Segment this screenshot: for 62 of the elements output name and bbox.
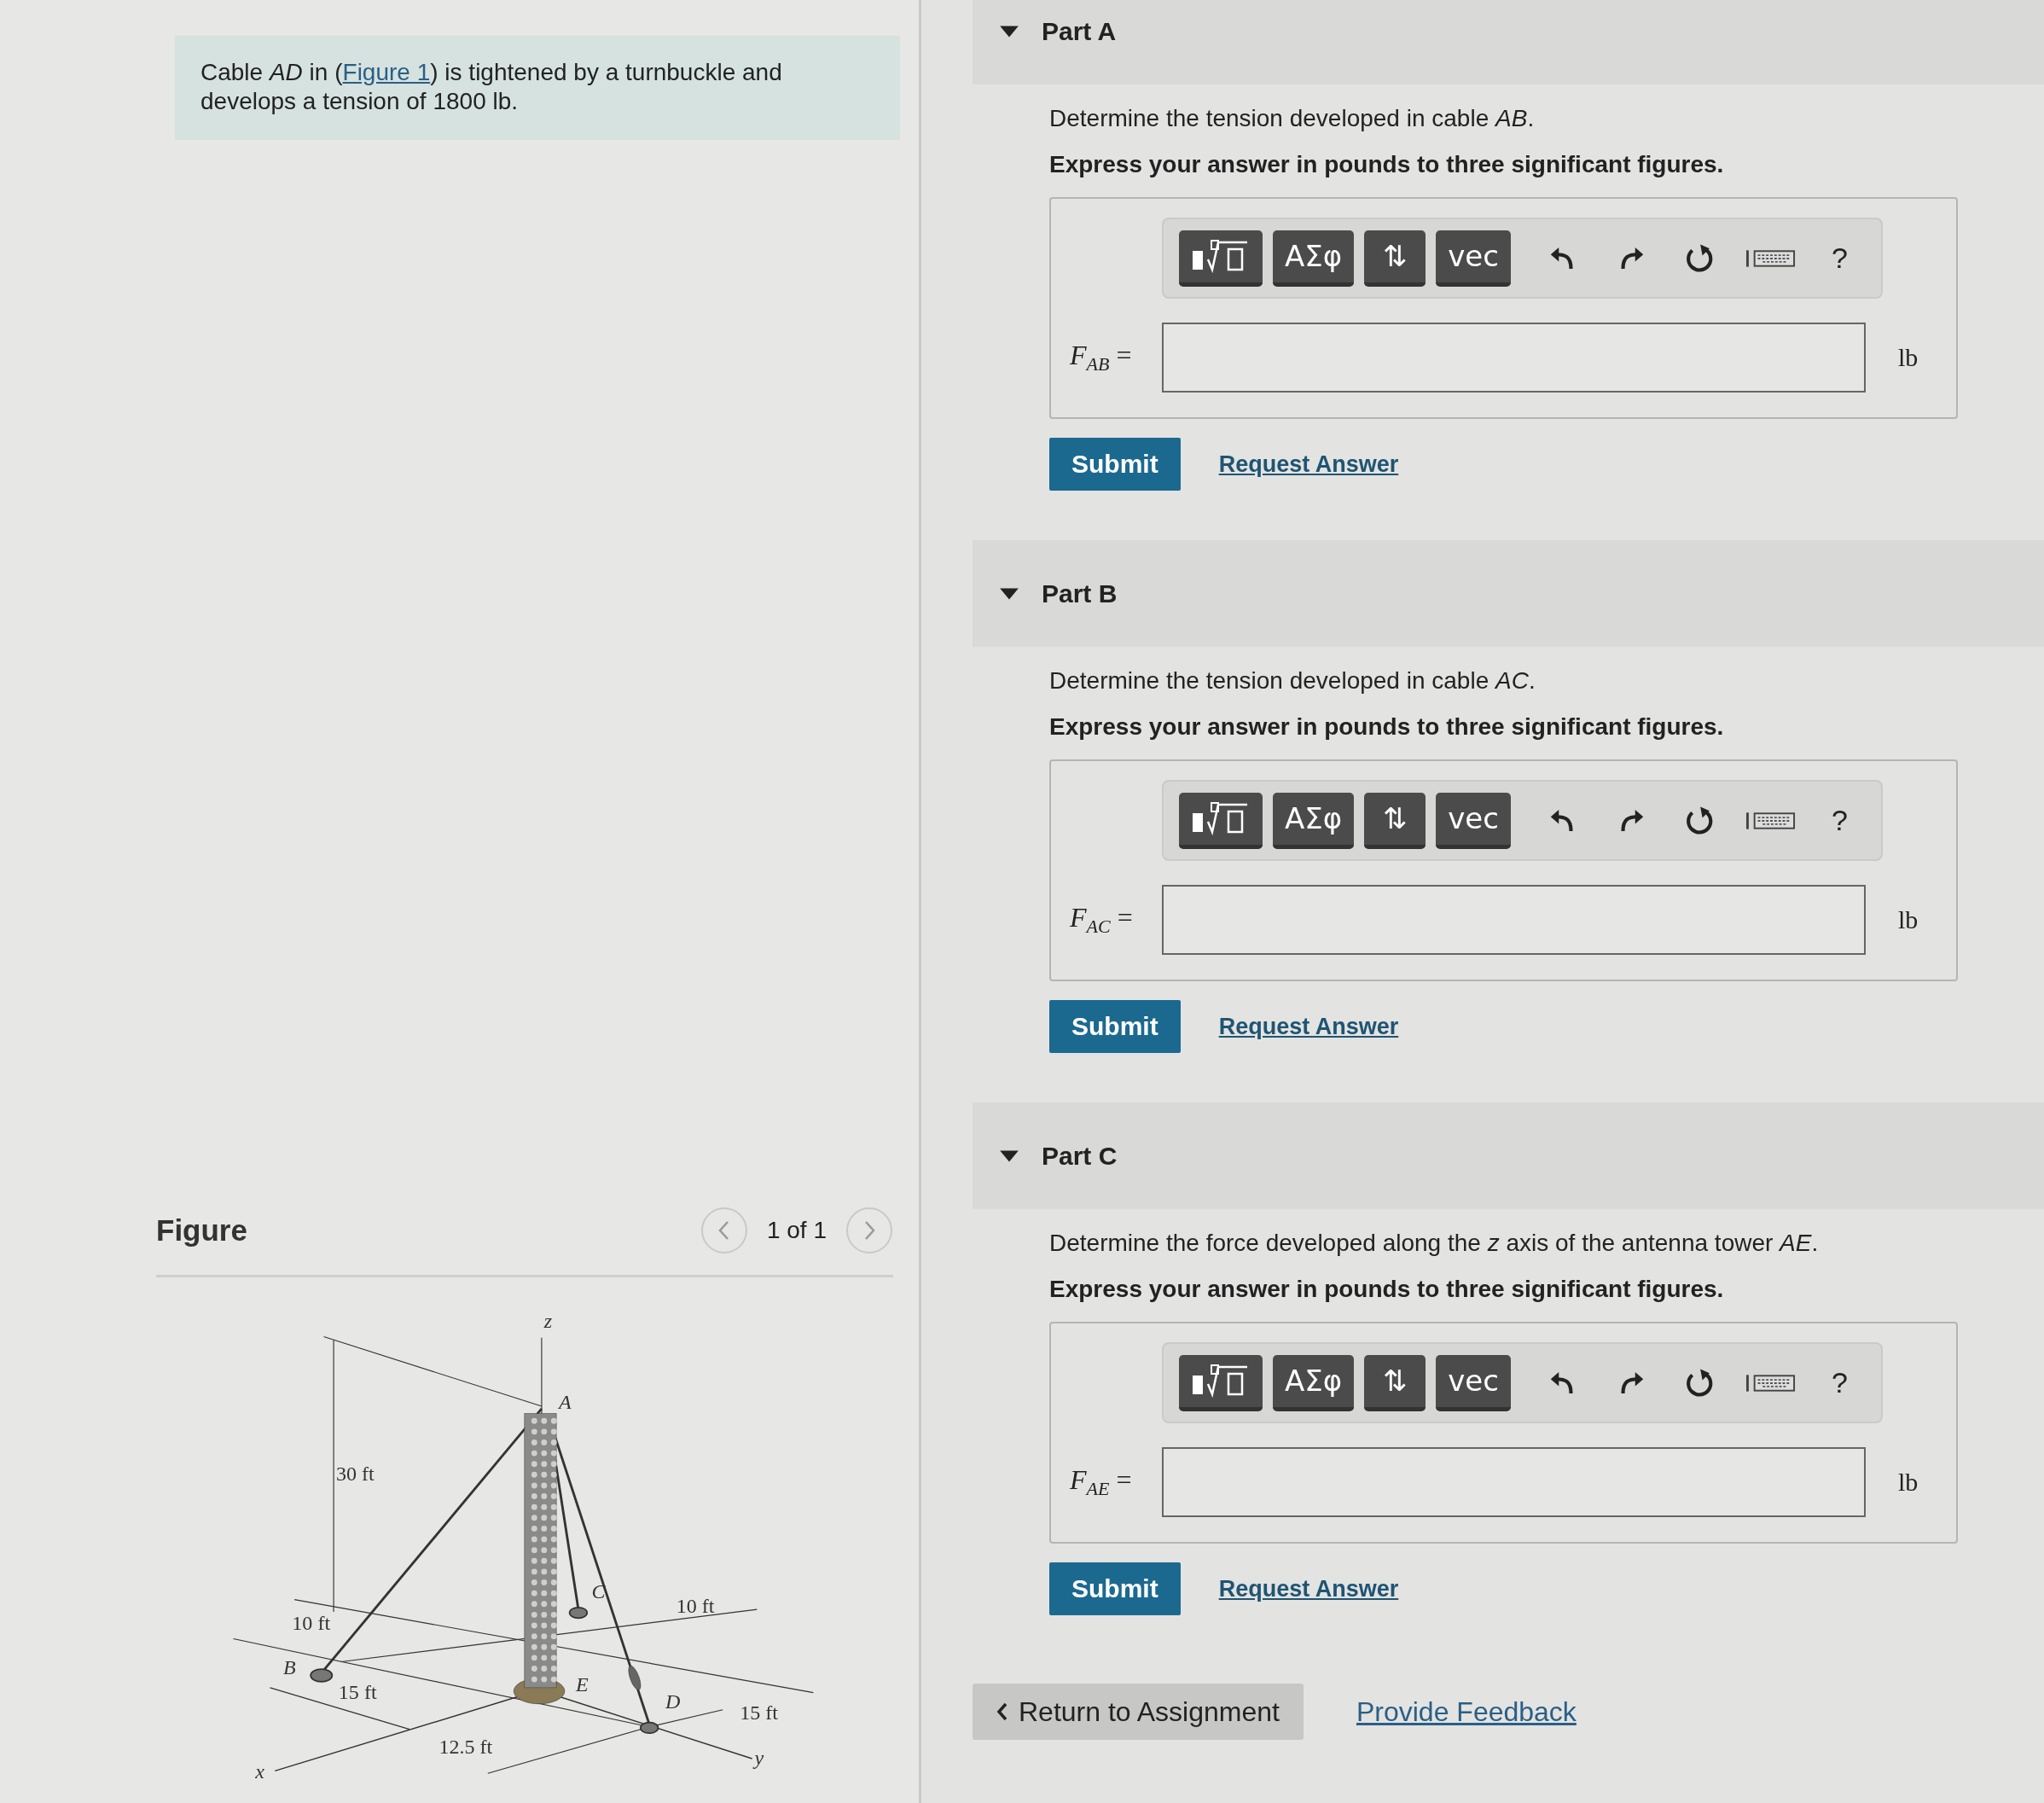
instruction-text: Express your answer in pounds to three significant figures. [1049,712,1725,742]
unit-label: lb [1898,343,1919,372]
toolbar-button[interactable]: ⇅ [1364,230,1426,287]
instruction-text: Express your answer in pounds to three significant figures. [1049,150,1725,179]
request-answer-link[interactable]: Request Answer [1218,1013,1399,1040]
problem-statement: Cable AD in (Figure 1) is tightened by a turnbuckle and develops a tension of 1800 lb. [175,36,900,140]
help-button[interactable]: ? [1831,804,1848,837]
toolbar-button[interactable]: vec [1436,792,1511,849]
submit-button[interactable]: Submit [1049,1562,1181,1615]
diagram-label: y [754,1746,764,1769]
toolbar-button[interactable]: ⇅ [1364,1354,1426,1411]
page-counter: 1 of 1 [766,1217,827,1244]
return-button[interactable]: Return to Assignment [973,1684,1304,1740]
part-title: Part C [1042,1141,1118,1171]
part-header[interactable]: Part B [973,540,2044,647]
diagram-label: 10 ft [292,1612,331,1635]
request-answer-link[interactable]: Request Answer [1218,451,1399,478]
question-text: Determine the tension developed in cable AC. [1049,666,1536,695]
template-button[interactable] [1179,792,1263,849]
toolbar-button[interactable]: vec [1436,1354,1511,1411]
diagram-label: B [283,1655,296,1678]
diagram-label: x [255,1760,264,1778]
submit-button[interactable]: Submit [1049,438,1181,491]
part-header[interactable]: Part C [973,1102,2044,1209]
diagram-label: z [543,1313,553,1333]
submit-button[interactable]: Submit [1049,1000,1181,1053]
toolbar-button[interactable]: ΑΣφ [1273,792,1355,849]
question-text: Determine the force developed along the z axis of the antenna tower AE. [1049,1229,1820,1258]
diagram-label: D [665,1690,681,1713]
diagram-label: 15 ft [338,1681,377,1704]
diagram-label: 15 ft [740,1701,779,1724]
chevron-left-icon [996,1701,1008,1722]
diagram-label: 12.5 ft [438,1736,493,1759]
diagram-label: E [576,1672,589,1695]
question-text: Determine the tension developed in cable AB. [1049,104,1536,133]
figure-link[interactable]: Figure 1 [342,59,431,85]
help-button[interactable]: ? [1831,241,1848,275]
unit-label: lb [1898,1468,1919,1497]
toolbar-button[interactable]: ΑΣφ [1273,1354,1355,1411]
variable-label: F$_{AE}$ = [1070,1463,1133,1501]
answer-field[interactable] [1162,1447,1866,1517]
toolbar-button[interactable]: vec [1436,230,1511,287]
figure-title: Figure [156,1213,247,1248]
variable-label: F$_{AB}$ = [1070,339,1133,376]
unit-label: lb [1898,905,1919,934]
answer-field[interactable] [1162,885,1866,955]
toolbar-button[interactable]: ΑΣφ [1273,230,1355,287]
part-title: Part A [1042,16,1117,46]
part-title: Part B [1042,579,1118,608]
instruction-text: Express your answer in pounds to three significant figures. [1049,1275,1725,1304]
part-header[interactable]: Part A [973,0,2044,84]
request-answer-link[interactable]: Request Answer [1218,1575,1399,1602]
diagram-label: A [559,1390,572,1413]
toolbar-button[interactable]: ⇅ [1364,792,1426,849]
help-button[interactable]: ? [1831,1366,1848,1399]
answer-field[interactable] [1162,323,1866,393]
feedback-link[interactable]: Provide Feedback [1356,1695,1577,1728]
variable-label: F$_{AC}$ = [1070,901,1134,939]
diagram-label: 10 ft [676,1595,715,1618]
template-button[interactable] [1179,1354,1263,1411]
diagram-label: 30 ft [335,1463,375,1486]
template-button[interactable] [1179,230,1263,287]
